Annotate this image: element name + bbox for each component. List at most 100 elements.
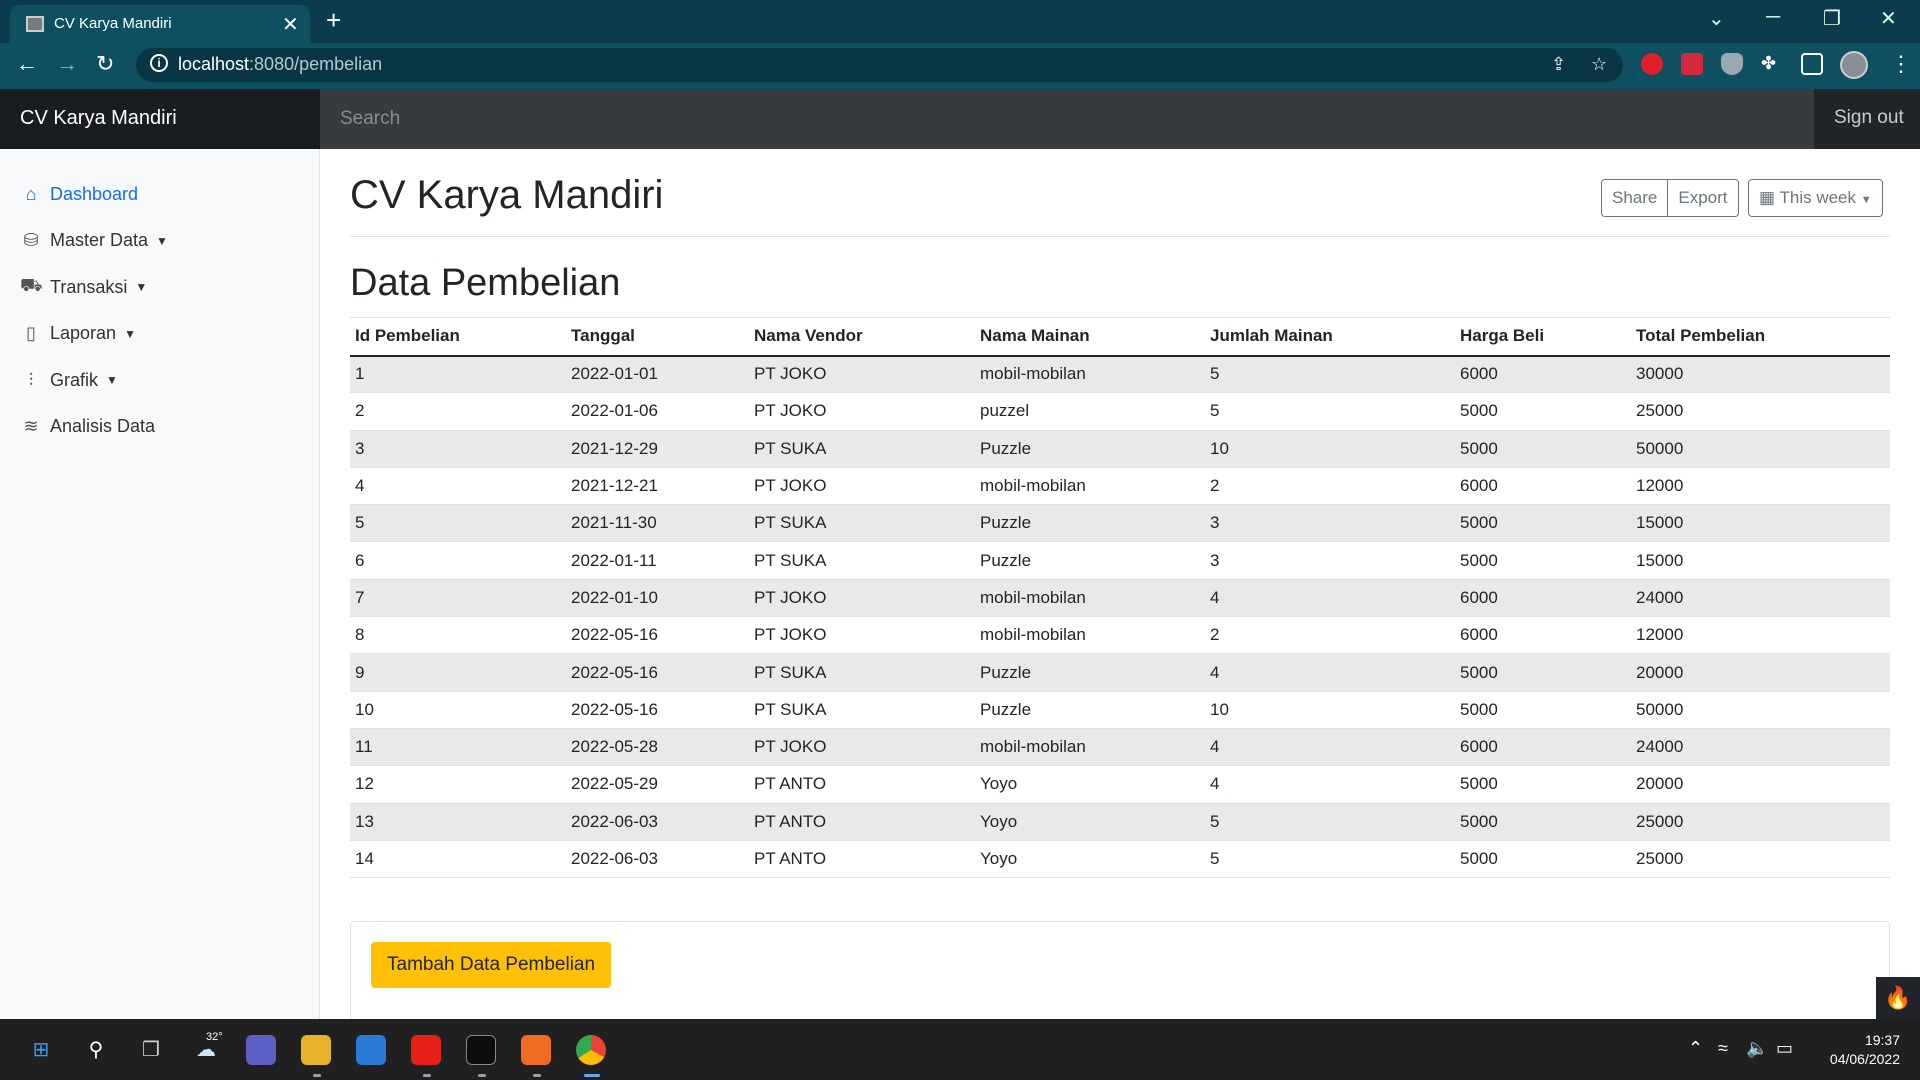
table-cell: PT JOKO <box>749 392 975 431</box>
running-indicator <box>423 1074 431 1077</box>
table-cell: 12000 <box>1631 467 1890 506</box>
table-cell: 20000 <box>1631 765 1890 804</box>
site-info-icon[interactable]: i <box>150 54 168 72</box>
table-row: 12 2022-05-29 PT ANTO Yoyo 4 5000 20000 <box>350 765 1890 804</box>
table-cell: PT SUKA <box>749 504 975 543</box>
table-cell: 3 <box>1205 504 1455 543</box>
back-icon[interactable]: ← <box>16 51 38 77</box>
brand-link[interactable]: CV Karya Mandiri <box>0 89 320 149</box>
caret-down-icon: ▼ <box>106 373 118 388</box>
add-purchase-button[interactable]: Tambah Data Pembelian <box>371 942 612 988</box>
table-cell: 9 <box>350 653 566 692</box>
column-header: Tanggal <box>566 317 749 357</box>
chrome-icon[interactable] <box>576 1035 606 1065</box>
sidebar-item-analisis-data[interactable]: ≋ Analisis Data <box>0 404 319 451</box>
minimize-icon[interactable]: ─ <box>1766 6 1780 29</box>
reload-icon[interactable]: ↻ <box>96 51 114 77</box>
battery-icon[interactable]: ▭ <box>1776 1038 1793 1059</box>
table-cell: 25000 <box>1631 803 1890 841</box>
sidebar-item-master-data[interactable]: ⛁ Master Data ▼ <box>0 218 319 265</box>
extension-adblock-icon[interactable] <box>1641 53 1663 75</box>
table-cell: 2022-05-16 <box>566 653 749 692</box>
table-cell: 5 <box>1205 355 1455 394</box>
mail-icon[interactable] <box>356 1035 386 1065</box>
extension-shield-icon[interactable] <box>1721 53 1743 75</box>
table-row: 3 2021-12-29 PT SUKA Puzzle 10 5000 50000 <box>350 430 1890 468</box>
table-header-row: Id Pembelian Tanggal Nama Vendor Nama Ma… <box>350 317 1890 357</box>
sidebar-item-dashboard[interactable]: ⌂ Dashboard <box>0 171 319 218</box>
table-cell: 12 <box>350 765 566 804</box>
export-button[interactable]: Export <box>1668 179 1739 217</box>
teams-chat-icon[interactable] <box>246 1035 276 1065</box>
table-cell: mobil-mobilan <box>975 579 1205 618</box>
table-cell: 5 <box>350 504 566 543</box>
wifi-icon[interactable]: ≈ <box>1718 1038 1728 1059</box>
column-header: Jumlah Mainan <box>1205 317 1455 357</box>
clock-time: 19:37 <box>1864 1032 1900 1048</box>
extension-mendeley-icon[interactable] <box>1681 53 1703 75</box>
table-cell: 3 <box>1205 541 1455 580</box>
new-tab-icon[interactable]: + <box>326 5 341 36</box>
period-dropdown-button[interactable]: ▦ This week ▼ <box>1748 179 1883 217</box>
table-cell: 5 <box>1205 803 1455 841</box>
weather-temperature: 32° <box>206 1031 223 1043</box>
terminal-icon[interactable] <box>466 1035 496 1065</box>
table-cell: 3 <box>350 430 566 468</box>
table-cell: 5000 <box>1455 840 1631 879</box>
table-cell: 5000 <box>1455 430 1631 468</box>
table-row: 2 2022-01-06 PT JOKO puzzel 5 5000 25000 <box>350 392 1890 431</box>
address-bar[interactable]: i localhost:8080/pembelian ⇪ ☆ <box>136 48 1623 82</box>
table-cell: Puzzle <box>975 541 1205 580</box>
table-cell: 6000 <box>1455 616 1631 655</box>
debug-toolbar-flame-icon[interactable]: 🔥 <box>1876 977 1920 1019</box>
side-panel-icon[interactable] <box>1801 53 1823 75</box>
caret-down-icon: ▼ <box>124 326 136 341</box>
sidebar-item-grafik[interactable]: ⫶ Grafik ▼ <box>0 357 319 404</box>
table-cell: 12000 <box>1631 616 1890 655</box>
restore-icon[interactable]: ❐ <box>1823 6 1841 31</box>
table-cell: PT ANTO <box>749 840 975 879</box>
tab-search-chevron-icon[interactable]: ⌄ <box>1708 6 1725 31</box>
table-cell: 5 <box>1205 392 1455 431</box>
table-cell: 2 <box>350 392 566 431</box>
browser-menu-icon[interactable]: ⋮ <box>1890 51 1912 77</box>
table-cell: 6000 <box>1455 728 1631 767</box>
search-icon[interactable]: ⚲ <box>81 1035 111 1065</box>
section-title: Data Pembelian <box>350 262 621 304</box>
file-explorer-icon[interactable] <box>301 1035 331 1065</box>
caret-down-icon: ▼ <box>1860 194 1872 206</box>
sidebar-item-laporan[interactable]: ▯ Laporan ▼ <box>0 311 319 358</box>
volume-icon[interactable]: 🔈 <box>1746 1038 1768 1059</box>
window-close-icon[interactable]: ✕ <box>1880 6 1897 31</box>
xampp-icon[interactable] <box>521 1035 551 1065</box>
tab-close-icon[interactable]: ✕ <box>282 12 299 37</box>
page-header: CV Karya Mandiri Share Export ▦ This wee… <box>350 149 1890 237</box>
share-page-icon[interactable]: ⇪ <box>1551 54 1566 75</box>
bar-chart-icon: ⫶ <box>28 369 34 390</box>
windows-start-icon[interactable]: ⊞ <box>26 1035 56 1065</box>
tray-chevron-icon[interactable]: ⌃ <box>1688 1038 1703 1059</box>
table-cell: Yoyo <box>975 803 1205 841</box>
profile-avatar[interactable] <box>1840 51 1868 79</box>
table-cell: 5000 <box>1455 653 1631 692</box>
task-view-icon[interactable]: ❐ <box>136 1035 166 1065</box>
table-cell: PT SUKA <box>749 653 975 692</box>
database-icon: ⛁ <box>23 230 39 251</box>
sidebar-item-transaksi[interactable]: ⛟ Transaksi ▼ <box>0 264 319 311</box>
bookmark-star-icon[interactable]: ☆ <box>1591 54 1607 75</box>
browser-tab[interactable]: CV Karya Mandiri ✕ <box>10 5 310 43</box>
forward-icon[interactable]: → <box>56 51 78 77</box>
table-cell: 4 <box>1205 765 1455 804</box>
youtube-icon[interactable] <box>411 1035 441 1065</box>
extensions-puzzle-icon[interactable]: ✤ <box>1761 53 1776 74</box>
taskbar-clock[interactable]: 19:37 04/06/2022 <box>1810 1031 1900 1069</box>
table-cell: PT SUKA <box>749 691 975 729</box>
table-row: 1 2022-01-01 PT JOKO mobil-mobilan 5 6000 3000… <box>350 355 1890 394</box>
layers-icon: ≋ <box>23 416 39 437</box>
table-cell: Yoyo <box>975 765 1205 804</box>
share-button[interactable]: Share <box>1601 179 1669 217</box>
table-cell: 2022-05-28 <box>566 728 749 767</box>
sign-out-link[interactable]: Sign out <box>1834 107 1904 129</box>
search-input[interactable] <box>320 89 1814 149</box>
table-cell: 5000 <box>1455 765 1631 804</box>
